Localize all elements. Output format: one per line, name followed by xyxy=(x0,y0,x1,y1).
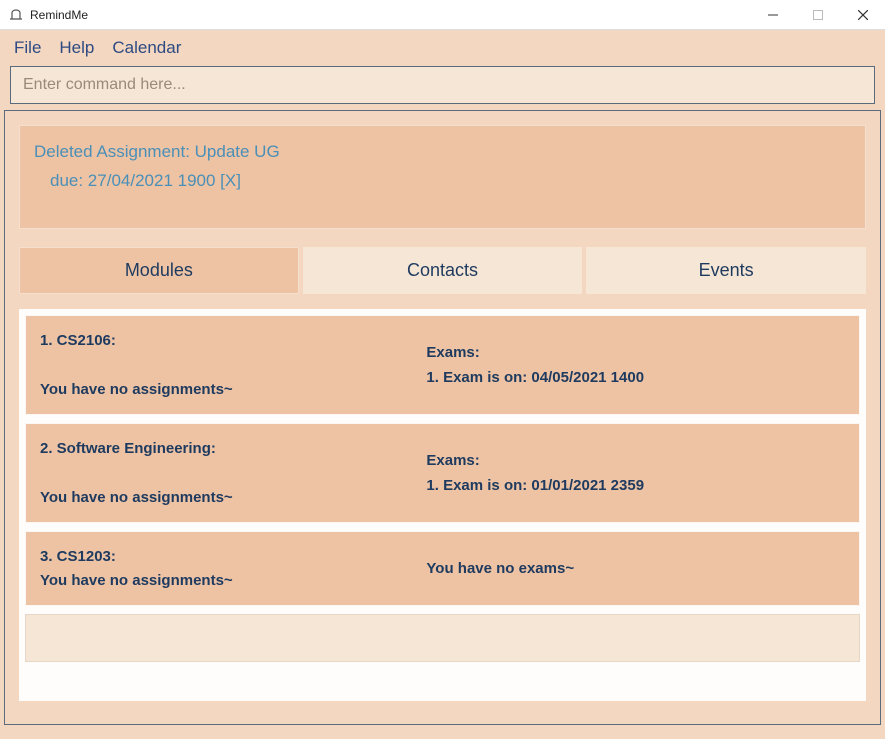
close-button[interactable] xyxy=(840,0,885,29)
message-line-1: Deleted Assignment: Update UG xyxy=(34,138,851,167)
tab-contacts[interactable]: Contacts xyxy=(303,247,583,294)
menu-calendar[interactable]: Calendar xyxy=(112,38,181,58)
module-assignments: You have no assignments~ xyxy=(40,381,426,398)
tab-modules[interactable]: Modules xyxy=(19,247,299,294)
command-wrap xyxy=(0,66,885,110)
minimize-button[interactable] xyxy=(750,0,795,29)
module-right: You have no exams~ xyxy=(426,544,845,593)
module-exam-line: 1. Exam is on: 01/01/2021 2359 xyxy=(426,477,845,494)
module-left: 1. CS2106: You have no assignments~ xyxy=(40,328,426,402)
module-card: 3. CS1203: You have no assignments~ You … xyxy=(25,531,860,606)
menu-file[interactable]: File xyxy=(14,38,41,58)
window-title: RemindMe xyxy=(30,8,750,22)
module-left: 3. CS1203: You have no assignments~ xyxy=(40,544,426,593)
module-assignments: You have no assignments~ xyxy=(40,489,426,506)
titlebar: RemindMe xyxy=(0,0,885,30)
tab-bar: Modules Contacts Events xyxy=(19,247,866,294)
maximize-button[interactable] xyxy=(795,0,840,29)
app-icon xyxy=(8,7,24,23)
content-panel: Deleted Assignment: Update UG due: 27/04… xyxy=(4,110,881,725)
module-card: 1. CS2106: You have no assignments~ Exam… xyxy=(25,315,860,415)
module-title: 3. CS1203: xyxy=(40,548,426,565)
modules-list: 1. CS2106: You have no assignments~ Exam… xyxy=(19,309,866,701)
module-exam-line: 1. Exam is on: 04/05/2021 1400 xyxy=(426,369,845,386)
module-left: 2. Software Engineering: You have no ass… xyxy=(40,436,426,510)
module-title: 1. CS2106: xyxy=(40,332,426,349)
menu-help[interactable]: Help xyxy=(59,38,94,58)
command-input[interactable] xyxy=(10,66,875,104)
module-exams-header: Exams: xyxy=(426,344,845,361)
module-right: Exams: 1. Exam is on: 04/05/2021 1400 xyxy=(426,328,845,402)
result-message: Deleted Assignment: Update UG due: 27/04… xyxy=(19,125,866,229)
window-controls xyxy=(750,0,885,29)
message-line-2: due: 27/04/2021 1900 [X] xyxy=(34,167,851,196)
tab-events[interactable]: Events xyxy=(586,247,866,294)
module-title: 2. Software Engineering: xyxy=(40,440,426,457)
module-card: 2. Software Engineering: You have no ass… xyxy=(25,423,860,523)
module-right: Exams: 1. Exam is on: 01/01/2021 2359 xyxy=(426,436,845,510)
module-exam-line: You have no exams~ xyxy=(426,560,845,577)
module-exams-header: Exams: xyxy=(426,452,845,469)
app-body: File Help Calendar Deleted Assignment: U… xyxy=(0,30,885,739)
menubar: File Help Calendar xyxy=(0,30,885,66)
list-footer xyxy=(25,614,860,662)
module-assignments: You have no assignments~ xyxy=(40,572,426,589)
